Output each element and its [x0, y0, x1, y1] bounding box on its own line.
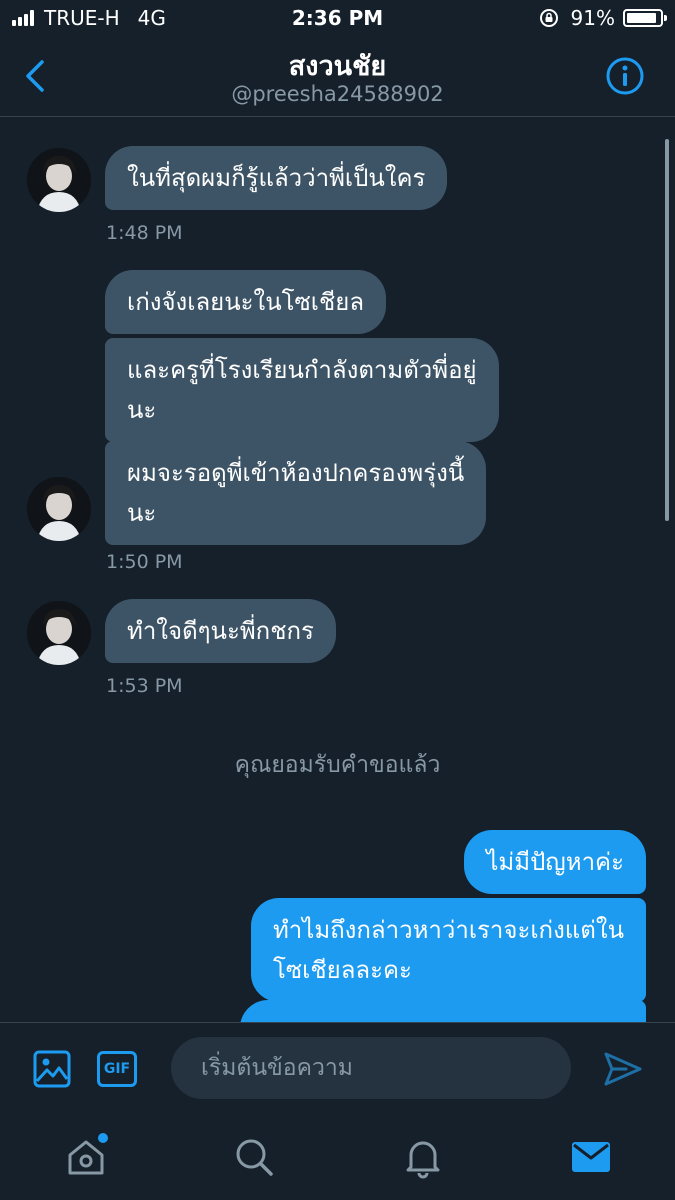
incoming-message[interactable]: และครูที่โรงเรียนกำลังตามตัวพี่อยู่ นะ — [105, 338, 499, 442]
incoming-message[interactable]: ทำใจดีๆนะพี่กชกร — [105, 599, 336, 663]
scrollbar[interactable] — [665, 139, 669, 521]
message-timestamp: 1:53 PM — [106, 675, 183, 697]
mail-icon — [572, 1142, 610, 1172]
outgoing-message[interactable]: ทำไมถึงกล่าวหาว่าเราจะเก่งแต่ใน โซเชียลล… — [250, 898, 646, 1002]
message-list[interactable]: ในที่สุดผมก็รู้แล้วว่าพี่เป็นใคร 1:48 PM… — [0, 117, 675, 1022]
battery-nub — [664, 15, 667, 21]
message-line: นะ — [127, 396, 157, 424]
status-bar: TRUE-H 4G 2:36 PM 91% — [0, 0, 675, 36]
battery-percent: 91% — [570, 6, 615, 30]
battery-icon — [623, 9, 667, 27]
gif-button[interactable]: GIF — [97, 1051, 137, 1087]
info-icon[interactable] — [605, 56, 645, 96]
conversation-handle: @preesha24588902 — [231, 82, 444, 106]
tab-search[interactable] — [232, 1135, 276, 1179]
incoming-message[interactable]: เก่งจังเลยนะในโซเชียล — [105, 270, 387, 334]
incoming-message[interactable]: ผมจะรอดูพี่เข้าห้องปกครองพรุ่งนี้ นะ — [105, 441, 487, 545]
tab-bar — [0, 1115, 675, 1200]
avatar[interactable] — [27, 148, 91, 212]
avatar[interactable] — [27, 601, 91, 665]
avatar-image — [27, 148, 91, 212]
conversation-title: สงวนชัย — [288, 51, 387, 82]
avatar[interactable] — [27, 477, 91, 541]
bell-icon — [406, 1141, 440, 1179]
image-icon[interactable] — [32, 1049, 72, 1089]
message-timestamp: 1:48 PM — [106, 222, 183, 244]
message-line: โซเชียลละคะ — [272, 956, 412, 984]
avatar-image — [27, 477, 91, 541]
dm-screen: TRUE-H 4G 2:36 PM 91% สงวนชัย @preesha24… — [0, 0, 675, 1200]
notification-dot — [96, 1131, 110, 1145]
tab-home[interactable] — [64, 1131, 110, 1179]
message-timestamp: 1:50 PM — [106, 551, 183, 573]
tab-messages[interactable] — [569, 1135, 613, 1179]
system-message: คุณยอมรับคำขอแล้ว — [234, 752, 441, 778]
rotation-lock-icon — [539, 9, 558, 27]
avatar-image — [27, 601, 91, 665]
tab-notifications[interactable] — [401, 1135, 445, 1179]
battery-fill — [627, 13, 657, 23]
status-right: 91% — [539, 6, 667, 30]
send-icon[interactable] — [602, 1049, 644, 1089]
message-line: และครูที่โรงเรียนกำลังตามตัวพี่อยู่ — [127, 356, 477, 384]
search-icon — [236, 1139, 273, 1176]
message-input[interactable] — [171, 1037, 571, 1099]
incoming-message[interactable]: ในที่สุดผมก็รู้แล้วว่าพี่เป็นใคร — [105, 146, 448, 210]
message-line: ทำไมถึงกล่าวหาว่าเราจะเก่งแต่ใน — [272, 916, 624, 944]
outgoing-message[interactable]: ไม่มีปัญหาค่ะ — [464, 830, 646, 894]
composer: GIF — [0, 1022, 675, 1115]
message-line: นะ — [127, 499, 157, 527]
outgoing-message-partial[interactable] — [240, 1000, 646, 1022]
conversation-header: สงวนชัย @preesha24588902 — [0, 36, 675, 117]
gif-icon: GIF — [103, 1061, 131, 1077]
message-line: ผมจะรอดูพี่เข้าห้องปกครองพรุ่งนี้ — [127, 459, 465, 487]
